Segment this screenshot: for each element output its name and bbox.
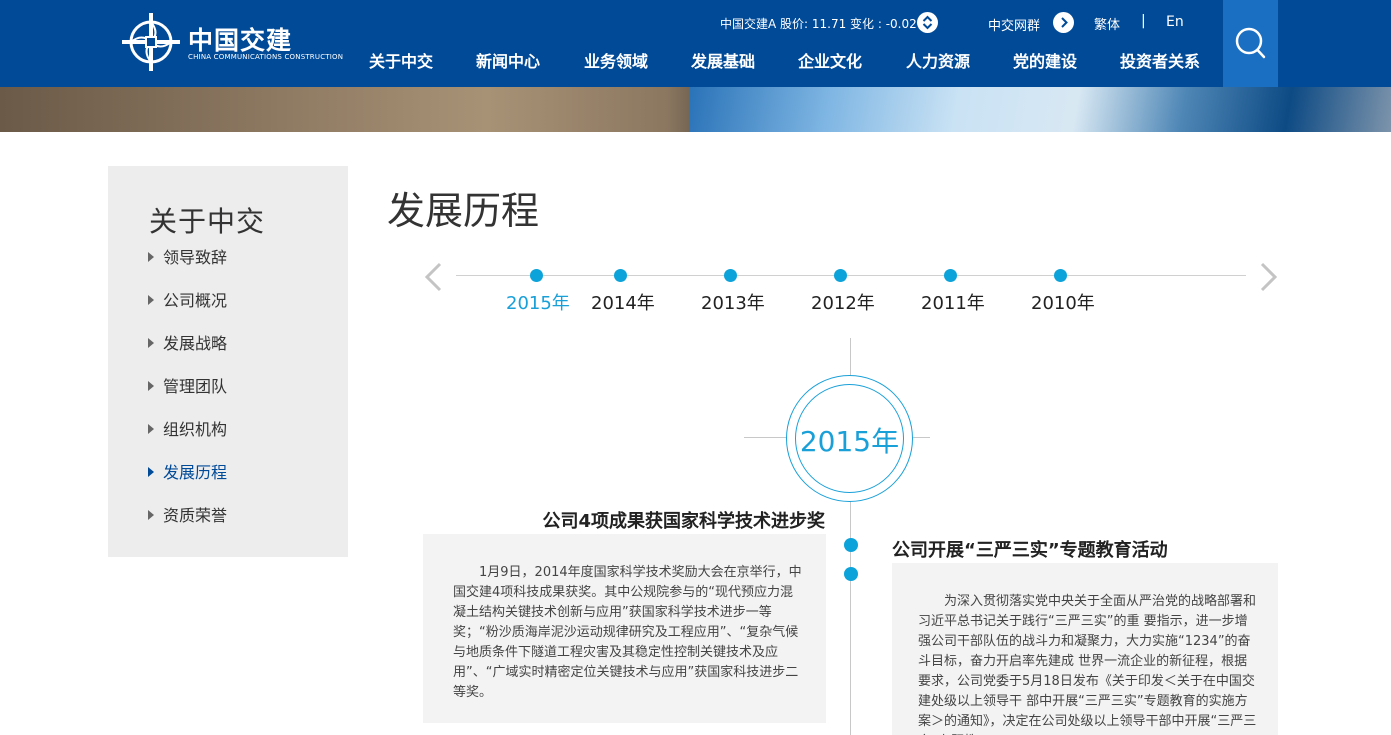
sidebar-item-history[interactable]: 发展历程 [148,463,227,483]
event-title: 公司开展“三严三实”专题教育活动 [892,540,1168,561]
event-dot [844,567,858,581]
sidebar-item-honors[interactable]: 资质荣誉 [148,506,227,526]
timeline-year-2011[interactable]: 2011年 [921,289,985,315]
sidebar-item-management[interactable]: 管理团队 [148,377,227,397]
event-body: 为深入贯彻落实党中央关于全面从严治党的战略部署和习近平总书记关于践行“三严三实”… [892,563,1278,735]
lang-english-link[interactable]: En [1166,14,1184,30]
timeline-year-2010[interactable]: 2010年 [1031,289,1095,315]
nav-item-about[interactable]: 关于中交 [369,48,433,72]
search-button[interactable] [1223,0,1278,87]
caret-right-icon [148,510,154,520]
sidebar-item-label: 领导致辞 [163,248,228,267]
sidebar-item-leader-speech[interactable]: 领导致辞 [148,248,227,268]
main-nav: 关于中交 新闻中心 业务领域 发展基础 企业文化 人力资源 党的建设 投资者关系 [0,48,1220,72]
site-header: 中国交建 CHINA COMMUNICATIONS CONSTRUCTION 中… [0,0,1391,87]
timeline-dot[interactable] [614,269,627,282]
caret-right-icon [148,252,154,262]
timeline-next-button[interactable] [1254,262,1282,292]
year-marker-circle: 2015年 [786,375,913,502]
caret-right-icon [148,338,154,348]
caret-right-icon [148,381,154,391]
sidebar-item-label: 资质荣誉 [163,506,228,525]
timeline-year-2014[interactable]: 2014年 [591,289,655,315]
chevron-right-icon [1260,262,1278,292]
sidebar-item-label: 管理团队 [163,377,228,396]
timeline-dot[interactable] [834,269,847,282]
sidebar-item-label: 组织机构 [163,420,228,439]
timeline-prev-button[interactable] [420,262,448,292]
sidebar-item-label: 公司概况 [163,291,228,310]
timeline-track [456,275,1246,276]
sidebar-item-organization[interactable]: 组织机构 [148,420,227,440]
nav-item-business[interactable]: 业务领域 [584,48,648,72]
sidebar-title: 关于中交 [149,205,266,238]
year-marker-label: 2015年 [799,425,900,458]
nav-item-news[interactable]: 新闻中心 [476,48,540,72]
timeline-dot[interactable] [724,269,737,282]
nav-item-party[interactable]: 党的建设 [1013,48,1077,72]
sidebar-item-company-overview[interactable]: 公司概况 [148,291,227,311]
event-dot [844,538,858,552]
sidebar: 关于中交 领导致辞 公司概况 发展战略 管理团队 组织机构 发展历程 资质荣誉 [108,166,348,557]
caret-right-icon [148,467,154,477]
banner-image [0,87,1391,132]
page-title: 发展历程 [387,189,540,233]
lang-traditional-link[interactable]: 繁体 [1094,14,1120,33]
event-title: 公司4项成果获国家科学技术进步奖 [542,511,825,532]
timeline-year-2013[interactable]: 2013年 [701,289,765,315]
nav-item-culture[interactable]: 企业文化 [798,48,862,72]
timeline-dot[interactable] [944,269,957,282]
banner-building [690,87,1391,132]
sidebar-item-strategy[interactable]: 发展战略 [148,334,227,354]
group-network-button[interactable] [1053,12,1074,33]
timeline-dot[interactable] [530,269,543,282]
timeline-dot[interactable] [1054,269,1067,282]
group-network-link[interactable]: 中交网群 [988,15,1040,34]
sidebar-item-label: 发展战略 [163,334,228,353]
chevron-right-icon [1061,17,1068,28]
updown-arrows-icon [922,15,933,30]
lang-separator: | [1141,13,1146,29]
timeline-year-2012[interactable]: 2012年 [811,289,875,315]
stock-ticker: 中国交建A 股价: 11.71 变化 : -0.02 [720,17,917,31]
caret-right-icon [148,295,154,305]
nav-item-investors[interactable]: 投资者关系 [1120,48,1200,72]
sidebar-item-label: 发展历程 [163,463,228,482]
timeline-year-2015[interactable]: 2015年 [506,289,570,315]
nav-item-foundation[interactable]: 发展基础 [691,48,755,72]
event-body: 1月9日，2014年度国家科学技术奖励大会在京举行，中国交建4项科技成果获奖。其… [423,534,826,723]
stock-toggle-button[interactable] [917,12,938,33]
chevron-left-icon [424,262,442,292]
caret-right-icon [148,424,154,434]
search-icon [1235,27,1266,59]
nav-item-hr[interactable]: 人力资源 [906,48,970,72]
